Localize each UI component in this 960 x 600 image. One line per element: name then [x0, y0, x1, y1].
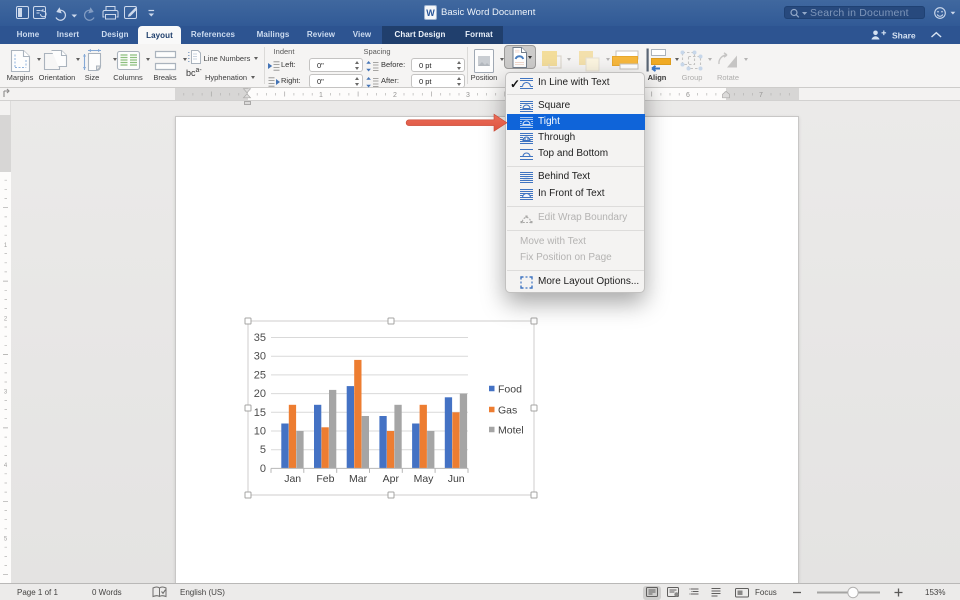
svg-text:Motel: Motel	[498, 425, 524, 437]
svg-text:Mar: Mar	[349, 473, 368, 485]
svg-text:Jun: Jun	[448, 473, 465, 485]
svg-text:Jan: Jan	[284, 473, 301, 485]
svg-text:Food: Food	[498, 384, 522, 396]
svg-text:20: 20	[254, 388, 266, 400]
svg-text:5: 5	[4, 537, 8, 543]
svg-text:May: May	[414, 473, 435, 485]
svg-text:10: 10	[254, 426, 266, 438]
svg-text:6: 6	[686, 92, 690, 99]
svg-text:1: 1	[319, 92, 323, 99]
svg-text:4: 4	[4, 463, 8, 469]
svg-text:Gas: Gas	[498, 405, 517, 417]
svg-text:25: 25	[254, 369, 266, 381]
svg-text:3: 3	[466, 92, 470, 99]
svg-text:3: 3	[4, 390, 8, 396]
svg-text:W: W	[426, 8, 435, 18]
svg-text:30: 30	[254, 351, 266, 363]
svg-text:7: 7	[759, 92, 763, 99]
svg-text:Apr: Apr	[383, 473, 400, 485]
svg-text:0: 0	[260, 463, 266, 475]
svg-text:Feb: Feb	[316, 473, 334, 485]
svg-text:5: 5	[260, 444, 266, 456]
svg-text:2: 2	[4, 316, 8, 322]
svg-text:Share: Share	[892, 31, 916, 41]
svg-text:15: 15	[254, 407, 266, 419]
svg-text:2: 2	[393, 92, 397, 99]
svg-text:35: 35	[254, 332, 266, 344]
svg-text:1: 1	[4, 243, 8, 249]
